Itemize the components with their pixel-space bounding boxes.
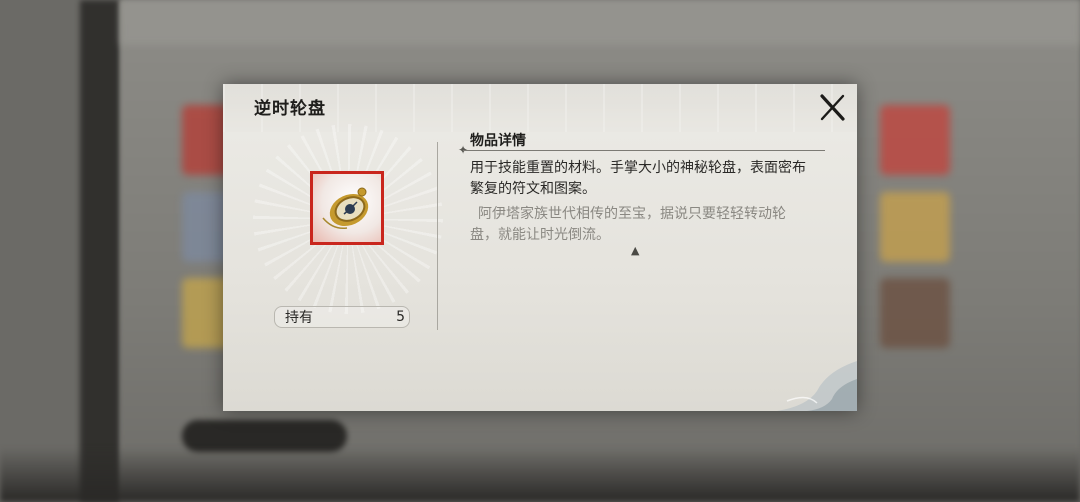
background-item-tile <box>880 105 950 175</box>
owned-label: 持有 <box>285 310 313 326</box>
background-topbar <box>120 0 1080 45</box>
close-button[interactable] <box>817 92 847 122</box>
close-x-icon <box>820 94 845 121</box>
wave-decoration <box>777 361 857 411</box>
column-divider <box>437 142 438 330</box>
background-sidebar <box>80 0 120 502</box>
scroll-indicator-icon: ▲ <box>631 244 640 257</box>
heading-underline <box>463 150 825 151</box>
owned-count-box: 持有 5 <box>274 306 410 328</box>
item-icon-frame <box>310 171 384 245</box>
item-lore: 阿伊塔家族世代相传的至宝，据说只要轻轻转动轮盘，就能让时光倒流。 <box>470 206 786 243</box>
background-footer <box>0 447 1080 502</box>
golden-pocket-watch-icon <box>322 187 369 230</box>
background-item-tile <box>880 192 950 262</box>
background-item-tile <box>880 278 950 348</box>
details-heading: 物品详情 <box>470 133 526 149</box>
item-detail-dialog: 逆时轮盘 持有 5 物品详情 ✦ 用于技能重置的材料。手掌大小的神秘轮盘，表面密… <box>223 84 857 411</box>
owned-count: 5 <box>396 309 405 325</box>
item-description: 用于技能重置的材料。手掌大小的神秘轮盘，表面密布繁复的符文和图案。 <box>470 160 806 197</box>
item-title: 逆时轮盘 <box>254 99 326 119</box>
